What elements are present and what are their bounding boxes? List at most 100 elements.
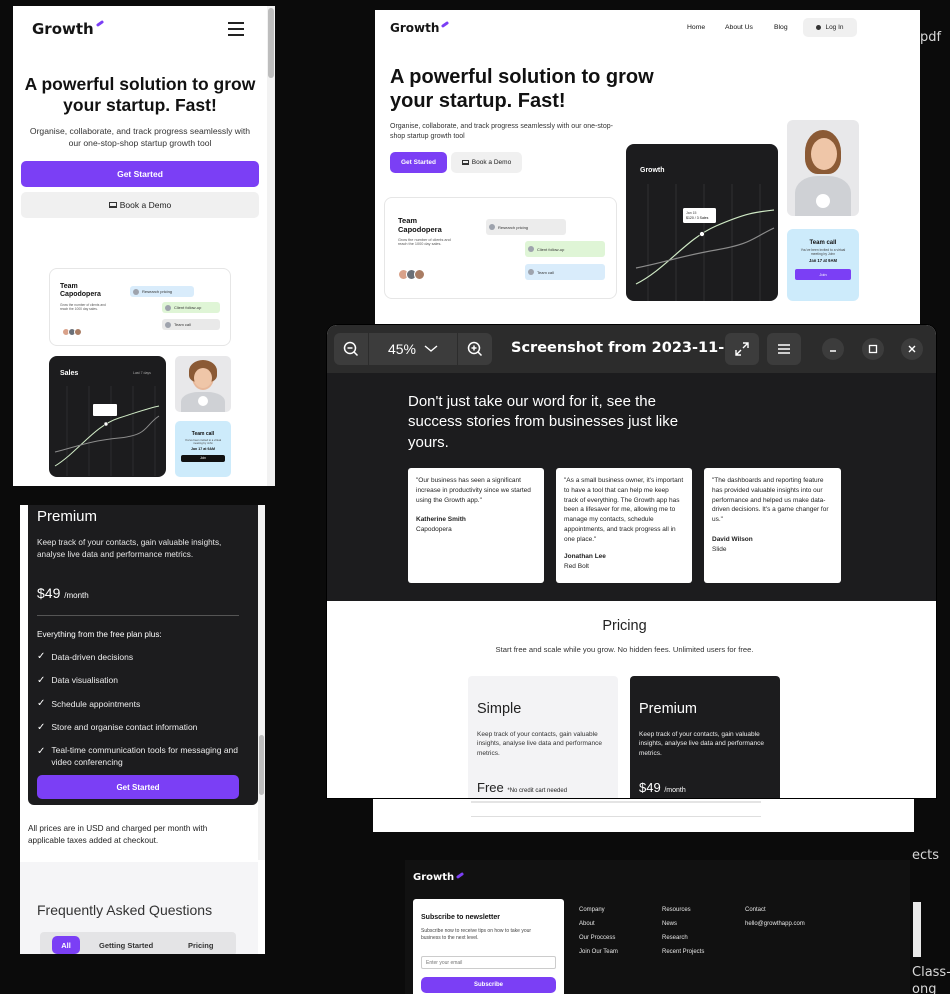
- footer-link[interactable]: Recent Projects: [662, 949, 704, 955]
- login-button[interactable]: Log In: [803, 18, 857, 37]
- footer-link[interactable]: News: [662, 921, 704, 927]
- join-button[interactable]: Join: [181, 455, 225, 462]
- book-demo-label: Book a Demo: [471, 159, 512, 166]
- footer-heading: Resources: [662, 907, 691, 913]
- team-call-date: Jan 17 at 9AM: [191, 447, 215, 451]
- feature-item: ✓ Data visualisation: [37, 674, 119, 686]
- tab-getting-started[interactable]: Getting Started: [99, 941, 153, 950]
- footer-logo[interactable]: Growth: [413, 871, 465, 883]
- sales-filter: Last 7 days: [133, 371, 151, 375]
- maximize-button[interactable]: [862, 338, 884, 360]
- pricing-footnote: All prices are in USD and charged per mo…: [28, 824, 208, 845]
- footer-email-link[interactable]: hello@growthapp.com: [745, 921, 805, 927]
- footer-screenshot: Growth Subscribe to newsletter Subscribe…: [405, 860, 910, 994]
- nav-blog[interactable]: Blog: [774, 24, 788, 31]
- footer-link[interactable]: Our Proccess: [579, 935, 618, 941]
- team-avatars: [62, 323, 82, 341]
- close-icon: [908, 345, 916, 353]
- minimize-button[interactable]: [822, 338, 844, 360]
- check-icon: ✓: [37, 674, 46, 686]
- check-icon: ✓: [37, 651, 46, 662]
- subscribe-button[interactable]: Subscribe: [421, 977, 556, 993]
- nav-home[interactable]: Home: [687, 24, 705, 31]
- hero-title: A powerful solution to grow your startup…: [390, 66, 654, 112]
- logo[interactable]: Growth: [32, 19, 104, 38]
- premium-price-period: /month: [64, 591, 89, 600]
- premium-plan-card: Premium Keep track of your contacts, gai…: [630, 676, 780, 798]
- zoom-out-icon: [343, 341, 359, 357]
- zoom-out-button[interactable]: [334, 333, 368, 365]
- team-avatars: [398, 267, 425, 285]
- newsletter-box: Subscribe to newsletter Subscribe now to…: [413, 899, 564, 994]
- fullscreen-button[interactable]: [725, 333, 759, 365]
- microphone-icon[interactable]: [816, 194, 830, 208]
- bg-text-class: Class-: [912, 965, 950, 980]
- fullscreen-icon: [735, 342, 749, 356]
- close-button[interactable]: [901, 338, 923, 360]
- premium-plan-desc: Keep track of your contacts, gain valuab…: [639, 731, 765, 757]
- feature-item: ✓ Store and organise contact information: [37, 721, 198, 733]
- hamburger-menu-icon[interactable]: [228, 22, 244, 36]
- task-chip: Research pricing: [130, 286, 194, 297]
- pricing-heading: Pricing: [602, 618, 647, 634]
- premium-desc: Keep track of your contacts, gain valuab…: [37, 538, 222, 559]
- team-card: Team Capodopera Grow the number of clien…: [49, 268, 231, 346]
- premium-get-started-button[interactable]: Get Started: [37, 775, 239, 799]
- zoom-level-dropdown[interactable]: 45%: [369, 333, 457, 365]
- pricing-section: Pricing Start free and scale while you g…: [327, 601, 936, 798]
- scrollbar[interactable]: [267, 6, 275, 486]
- viewer-title: Screenshot from 2023-11-...: [511, 340, 741, 356]
- testimonial-company: Slide: [712, 545, 727, 553]
- get-started-button[interactable]: Get Started: [21, 161, 259, 187]
- join-button[interactable]: Join: [795, 269, 851, 280]
- premium-plan-title: Premium: [639, 701, 698, 717]
- task-chip: Team call: [525, 264, 605, 280]
- premium-title: Premium: [37, 508, 98, 525]
- team-call-desc: You've been invited to a virtual meeting…: [184, 439, 222, 445]
- footer-link[interactable]: About: [579, 921, 618, 927]
- book-demo-label: Book a Demo: [119, 200, 172, 210]
- feature-item: ✓ Teal-time communication tools for messa…: [37, 745, 239, 767]
- sales-title: Sales: [60, 370, 79, 377]
- book-demo-button[interactable]: Book a Demo: [451, 152, 522, 173]
- tab-all[interactable]: All: [52, 936, 80, 954]
- testimonials-heading: Don't just take our word for it, see the…: [408, 393, 679, 451]
- team-call-card: Team call You've been invited to a virtu…: [175, 421, 231, 477]
- minimize-icon: [830, 350, 836, 352]
- footer-link[interactable]: Join Our Team: [579, 949, 618, 955]
- nav-about[interactable]: About Us: [725, 24, 753, 31]
- tab-pricing[interactable]: Pricing: [188, 941, 213, 950]
- testimonial-card: "As a small business owner, it's importa…: [556, 468, 692, 583]
- team-call-title: Team call: [191, 431, 215, 437]
- faq-section: Frequently Asked Questions All Getting S…: [20, 862, 258, 954]
- desktop-pricing-strip: [373, 796, 914, 832]
- testimonial-quote: "Our business has seen a significant inc…: [416, 477, 531, 504]
- testimonial-name: Katherine Smith: [416, 516, 466, 524]
- testimonial-quote: "As a small business owner, it's importa…: [564, 477, 684, 543]
- scrollbar[interactable]: [258, 505, 265, 860]
- check-icon: ✓: [37, 721, 46, 733]
- faq-heading: Frequently Asked Questions: [37, 902, 213, 918]
- testimonial-company: Capodopera: [416, 526, 452, 533]
- zoom-in-button[interactable]: [458, 333, 492, 365]
- footer-link[interactable]: Research: [662, 935, 704, 941]
- email-field[interactable]: [421, 956, 556, 969]
- testimonial-name: Jonathan Lee: [564, 553, 606, 561]
- testimonial-name: David Wilson: [712, 535, 753, 543]
- chevron-down-icon: [424, 345, 438, 352]
- get-started-button[interactable]: Get Started: [390, 152, 447, 173]
- check-icon: ✓: [37, 698, 46, 709]
- task-chip: Research pricing: [486, 219, 566, 235]
- hero-title: A powerful solution to grow your startup…: [24, 74, 256, 115]
- task-chip: Client follow-up: [525, 241, 605, 257]
- sales-card: Sales Last 7 days: [49, 356, 166, 477]
- microphone-icon[interactable]: [198, 396, 208, 406]
- team-card-desc: Grow the number of clients and reach the…: [398, 238, 451, 246]
- menu-button[interactable]: [767, 333, 801, 365]
- book-demo-button[interactable]: Book a Demo: [21, 192, 259, 218]
- testimonial-quote: "The dashboards and reporting feature ha…: [712, 477, 829, 523]
- logo[interactable]: Growth: [390, 20, 450, 35]
- premium-features: ✓ Data-driven decisions ✓ Data visualisati…: [37, 651, 242, 781]
- zoom-level: 45%: [387, 341, 417, 357]
- testimonial-card: "Our business has seen a significant inc…: [408, 468, 544, 583]
